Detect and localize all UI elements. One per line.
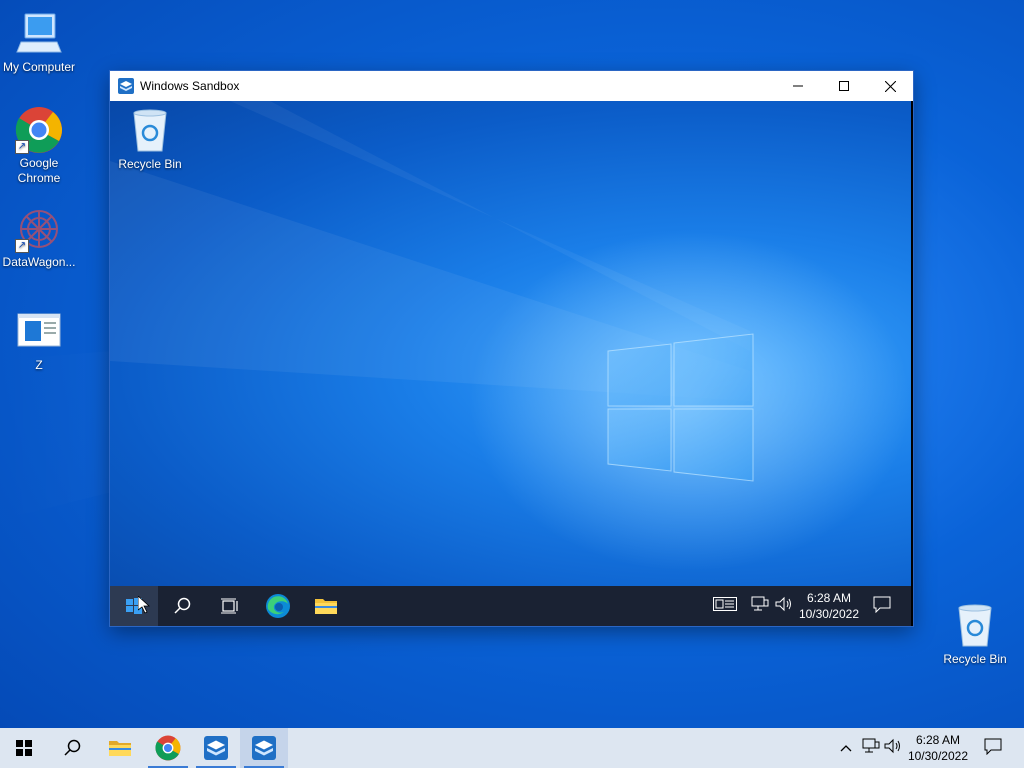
sandbox-task-view-button[interactable]	[206, 586, 254, 626]
document-window-icon	[15, 308, 63, 356]
clock-date: 10/30/2022	[907, 749, 968, 763]
desktop-icon-google-chrome[interactable]: ↗ Google Chrome	[0, 106, 78, 186]
window-edge	[911, 101, 913, 626]
search-button[interactable]	[48, 728, 96, 768]
desktop-icon-datawagon[interactable]: ↗ DataWagon...	[0, 205, 78, 270]
window-title: Windows Sandbox	[140, 79, 240, 93]
maximize-button[interactable]	[821, 71, 867, 101]
close-button[interactable]	[867, 71, 913, 101]
windows-logo-wallpaper	[110, 101, 910, 571]
desktop-icon-recycle-bin[interactable]: Recycle Bin	[936, 602, 1014, 667]
close-icon	[884, 80, 896, 92]
task-view-icon	[221, 598, 238, 614]
sandbox-desktop-icon-recycle-bin[interactable]: Recycle Bin	[111, 107, 189, 172]
chevron-up-icon[interactable]	[840, 739, 852, 757]
chrome-taskbar-button[interactable]	[144, 728, 192, 768]
mouse-cursor-icon	[138, 596, 150, 614]
file-explorer-icon	[315, 599, 337, 614]
sandbox-taskbar: 6:28 AM 10/30/2022	[110, 586, 911, 626]
notification-icon[interactable]	[984, 737, 1002, 760]
network-icon[interactable]	[862, 738, 880, 759]
file-explorer-button[interactable]	[96, 728, 144, 768]
windows-start-icon	[16, 740, 32, 756]
shortcut-arrow-icon: ↗	[15, 239, 29, 253]
edge-icon	[266, 594, 290, 618]
system-tray: 6:28 AM 10/30/2022	[840, 728, 1024, 768]
desktop-icon-label: Google Chrome	[17, 156, 61, 185]
volume-icon[interactable]	[775, 596, 793, 617]
file-explorer-icon	[109, 741, 131, 756]
computer-icon	[15, 10, 63, 58]
datawagon-icon: ↗	[15, 205, 63, 253]
sandbox-app-icon	[118, 78, 134, 94]
sandbox-app-icon	[252, 736, 276, 760]
start-button[interactable]	[0, 728, 48, 768]
chrome-icon: ↗	[15, 106, 63, 154]
sandbox-search-button[interactable]	[158, 586, 206, 626]
sandbox-start-button[interactable]	[110, 586, 158, 626]
sandbox-clock-time: 6:28 AM	[806, 591, 851, 605]
network-icon[interactable]	[751, 596, 769, 617]
desktop-icon-label: Z	[35, 358, 43, 372]
sandbox-edge-button[interactable]	[254, 586, 302, 626]
sandbox-clock[interactable]: 6:28 AM 10/30/2022	[799, 590, 859, 622]
sandbox-file-explorer-button[interactable]	[302, 586, 350, 626]
recycle-bin-icon	[951, 602, 999, 650]
search-icon	[174, 597, 191, 614]
desktop-icon-label: Recycle Bin	[943, 652, 1007, 666]
desktop-icon-label: My Computer	[2, 60, 76, 74]
desktop-icon-label: Recycle Bin	[118, 157, 182, 171]
news-interests-icon[interactable]	[712, 596, 737, 617]
volume-icon[interactable]	[884, 738, 902, 759]
maximize-icon	[839, 81, 849, 91]
windows-sandbox-window[interactable]: Windows Sandbox Recycle Bin 6:28 AM 10/3…	[110, 71, 913, 626]
sandbox-clock-date: 10/30/2022	[798, 607, 859, 621]
clock[interactable]: 6:28 AM 10/30/2022	[908, 732, 968, 764]
notification-icon[interactable]	[873, 595, 891, 618]
clock-time: 6:28 AM	[915, 733, 960, 747]
desktop-icon-my-computer[interactable]: My Computer	[0, 10, 78, 75]
windows-sandbox-taskbar-button[interactable]	[192, 728, 240, 768]
recycle-bin-icon	[126, 107, 174, 155]
search-icon	[64, 739, 81, 756]
desktop-icon-z[interactable]: Z	[0, 308, 78, 373]
sandbox-desktop[interactable]: Recycle Bin	[110, 101, 911, 586]
desktop-icon-label: DataWagon...	[2, 255, 76, 269]
sandbox-app-icon	[204, 736, 228, 760]
sandbox-system-tray: 6:28 AM 10/30/2022	[712, 586, 911, 626]
minimize-icon	[793, 85, 803, 87]
taskbar: 6:28 AM 10/30/2022	[0, 728, 1024, 768]
windows-sandbox-taskbar-button-active[interactable]	[240, 728, 288, 768]
chrome-icon	[155, 735, 181, 761]
window-titlebar[interactable]: Windows Sandbox	[110, 71, 913, 101]
shortcut-arrow-icon: ↗	[15, 140, 29, 154]
minimize-button[interactable]	[775, 71, 821, 101]
